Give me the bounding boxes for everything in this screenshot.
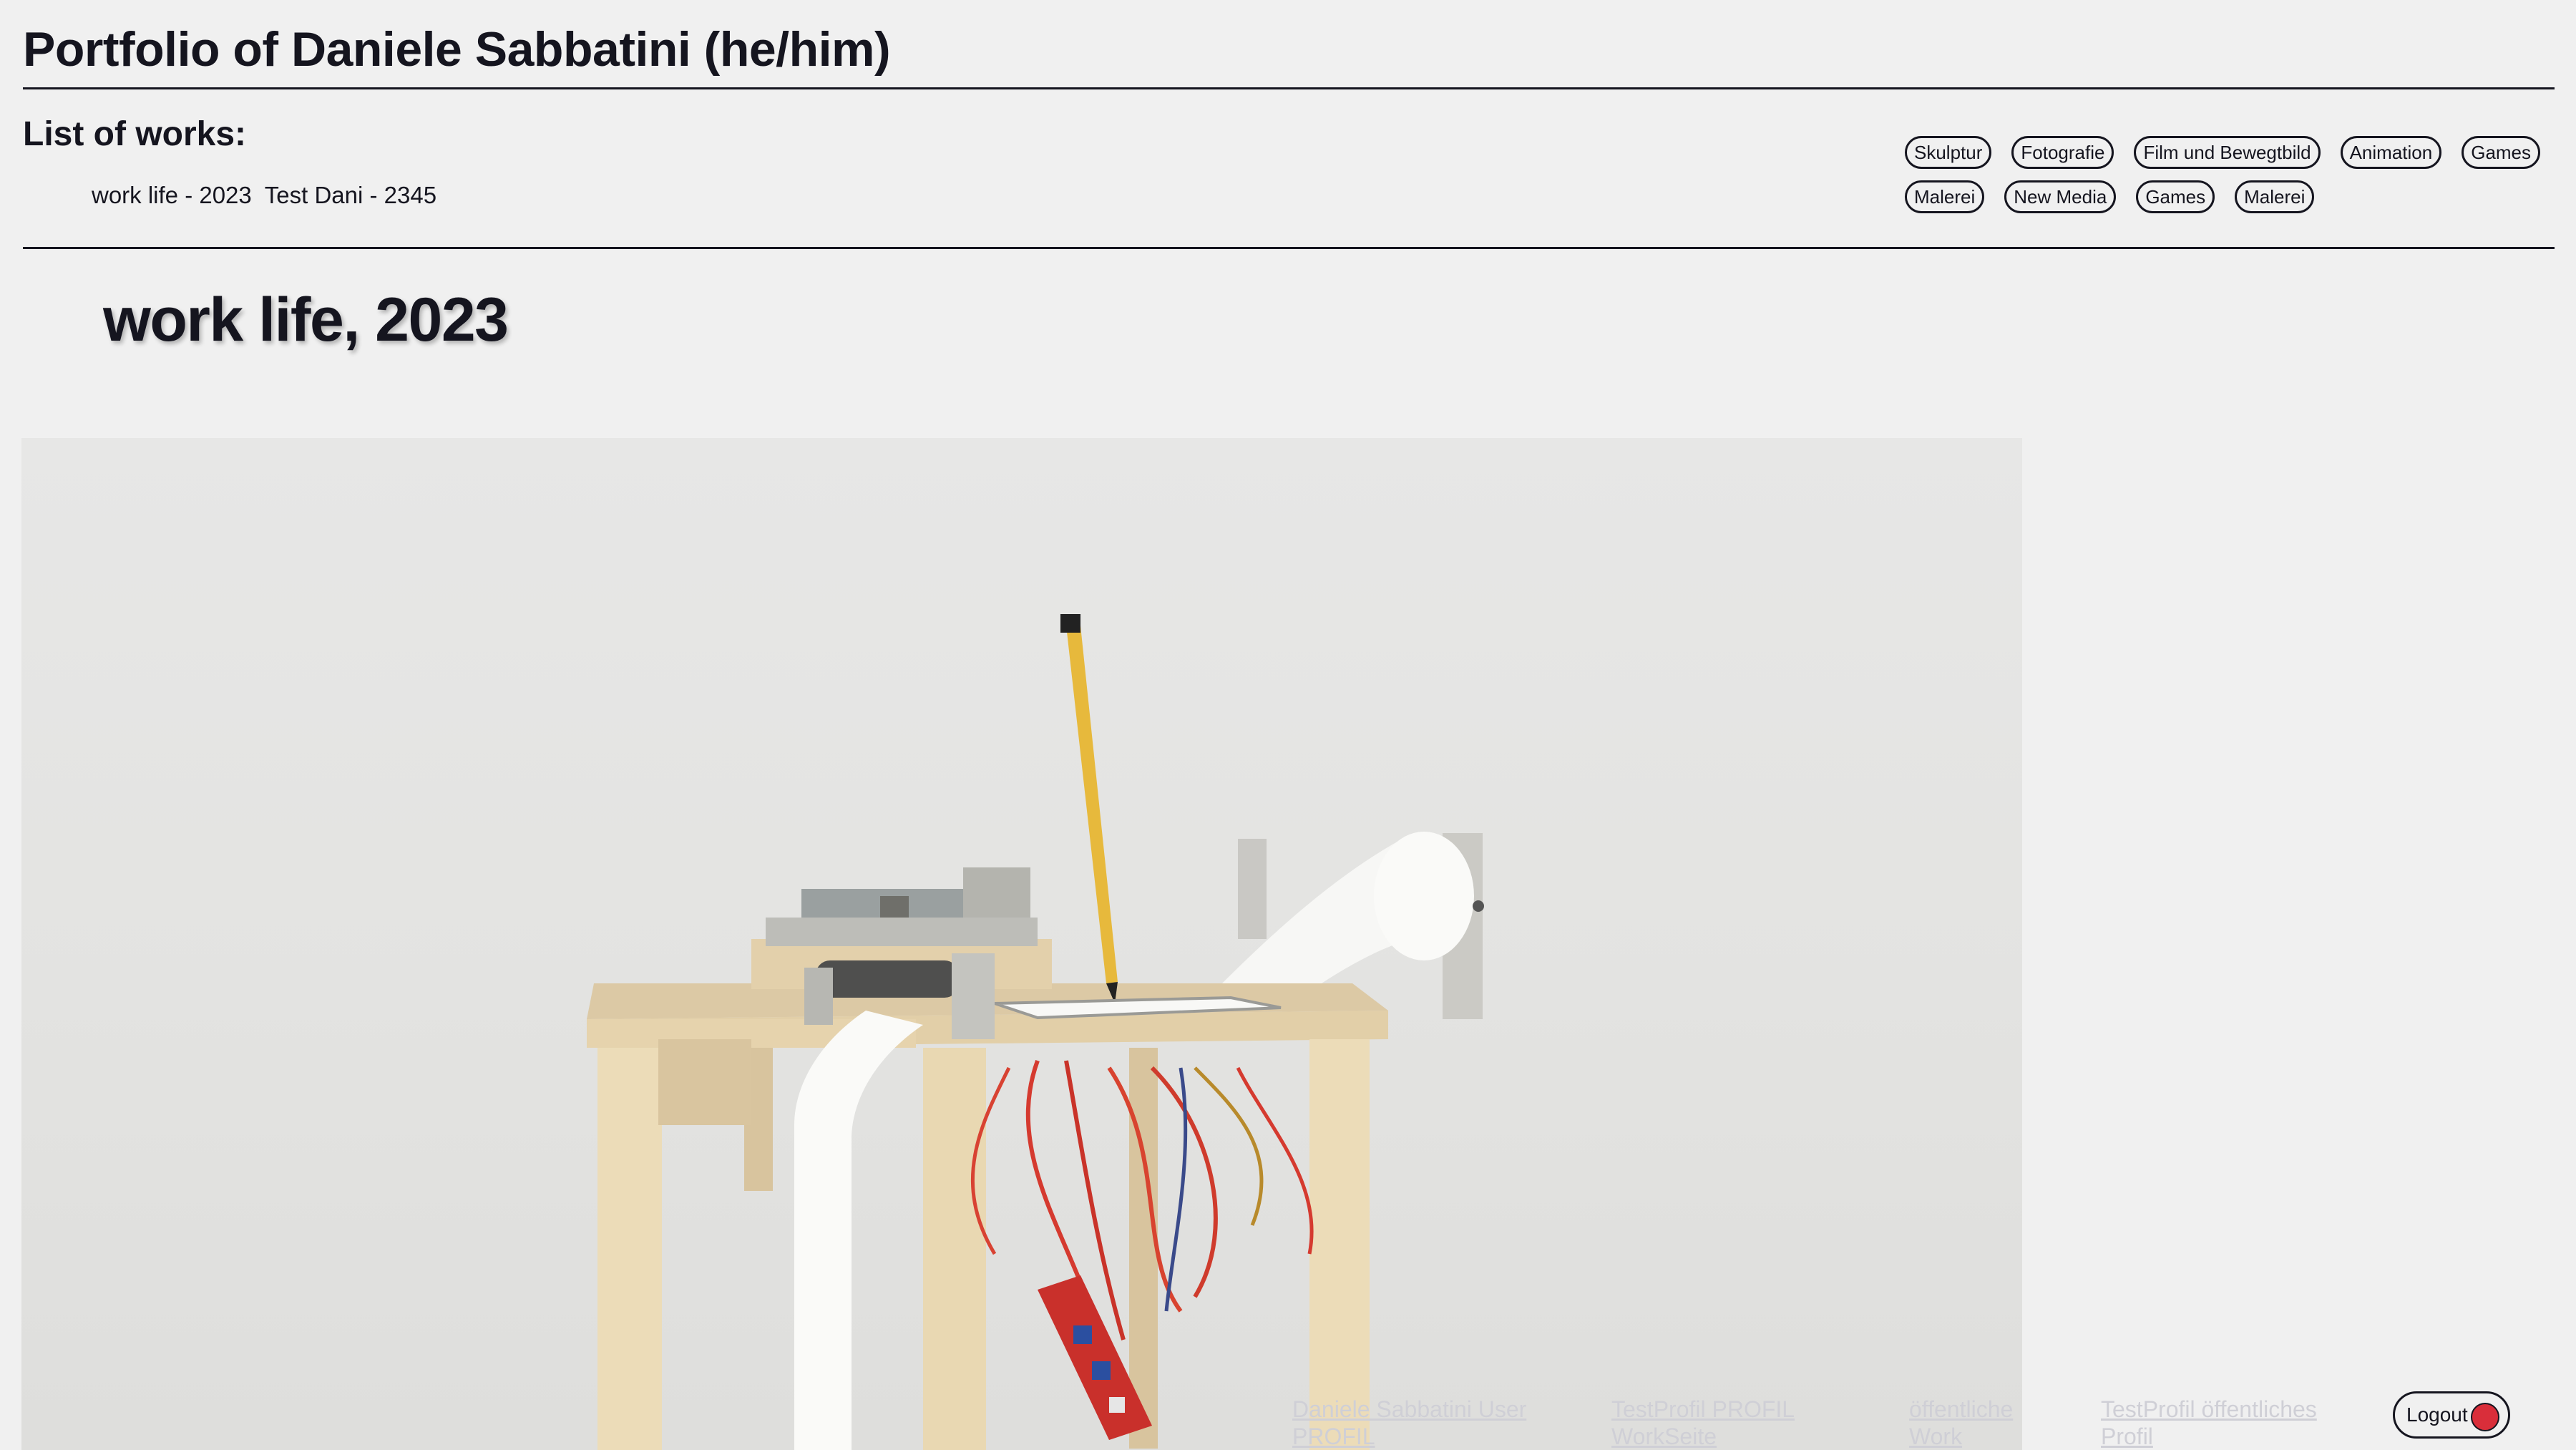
divider [23,87,2555,89]
works-list: work life - 2023 Test Dani - 2345 [92,182,436,209]
footer-link-public-work[interactable]: öffentliche Work [1909,1396,2038,1450]
logout-label: Logout [2406,1403,2468,1426]
tag-film-und-bewegtbild[interactable]: Film und Bewegtbild [2134,136,2321,169]
tag-fotografie[interactable]: Fotografie [2011,136,2114,169]
work-title: work life, 2023 [103,286,509,354]
tag-skulptur[interactable]: Skulptur [1905,136,1992,169]
logout-button[interactable]: Logout [2393,1391,2510,1439]
footer-link-public-profil[interactable]: TestProfil öffentliches Profil [2101,1396,2358,1450]
tag-malerei[interactable]: Malerei [1905,180,1985,213]
tag-games-2[interactable]: Games [2136,180,2215,213]
work-image [21,438,2022,1450]
divider [23,247,2555,249]
page-title: Portfolio of Daniele Sabbatini (he/him) [23,22,891,77]
tag-malerei-2[interactable]: Malerei [2235,180,2315,213]
footer-link-user-profil[interactable]: Daniele Sabbatini User PROFIL [1292,1396,1550,1450]
footer-link-profil-workseite[interactable]: TestProfil PROFIL WorkSeite [1611,1396,1848,1450]
status-dot-icon [2471,1403,2499,1431]
tag-list: Skulptur Fotografie Film und Bewegtbild … [1905,136,2549,213]
tag-new-media[interactable]: New Media [2004,180,2117,213]
plotter-installation-photo [587,614,1484,1450]
tag-games[interactable]: Games [2462,136,2541,169]
works-heading: List of works: [23,115,247,153]
work-link-work-life[interactable]: work life - 2023 [92,182,252,209]
page: Portfolio of Daniele Sabbatini (he/him) … [0,0,2576,1450]
work-link-test-dani[interactable]: Test Dani - 2345 [265,182,436,209]
tag-animation[interactable]: Animation [2340,136,2442,169]
